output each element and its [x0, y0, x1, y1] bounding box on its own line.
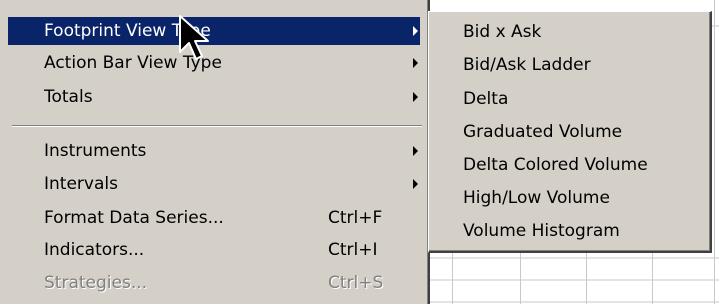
menu-separator [12, 125, 422, 127]
menu-item-label: Totals [44, 87, 93, 107]
submenu-item-label: High/Low Volume [463, 188, 610, 208]
submenu-item-label: Delta Colored Volume [463, 155, 648, 175]
menu-item-intervals[interactable]: Intervals [8, 170, 420, 198]
menu-item-strategies: Strategies... Ctrl+S [8, 269, 420, 297]
submenu-item-label: Delta [463, 89, 509, 109]
submenu-item-bid-ask-ladder[interactable]: Bid/Ask Ladder [433, 49, 707, 81]
menu-item-label: Strategies... [44, 273, 148, 293]
submenu-item-delta-colored-volume[interactable]: Delta Colored Volume [433, 149, 707, 181]
submenu-arrow-icon [413, 26, 418, 36]
menu-item-instruments[interactable]: Instruments [8, 137, 420, 165]
footprint-view-type-submenu: Bid x Ask Bid/Ask Ladder Delta Graduated… [428, 11, 712, 253]
menu-item-label: Instruments [44, 141, 147, 161]
submenu-item-bid-x-ask[interactable]: Bid x Ask [433, 16, 707, 48]
submenu-arrow-icon [413, 179, 418, 189]
submenu-item-graduated-volume[interactable]: Graduated Volume [433, 116, 707, 148]
mouse-pointer-icon [179, 15, 209, 60]
submenu-item-volume-histogram[interactable]: Volume Histogram [433, 215, 707, 247]
submenu-arrow-icon [413, 58, 418, 68]
submenu-item-delta[interactable]: Delta [433, 83, 707, 115]
submenu-arrow-icon [413, 146, 418, 156]
submenu-item-high-low-volume[interactable]: High/Low Volume [433, 182, 707, 214]
submenu-item-label: Graduated Volume [463, 122, 623, 142]
menu-item-label: Format Data Series... [44, 208, 224, 228]
submenu-item-label: Bid/Ask Ladder [463, 55, 591, 75]
menu-item-format-data-series[interactable]: Format Data Series... Ctrl+F [8, 204, 420, 232]
menu-item-shortcut: Ctrl+S [328, 273, 384, 293]
submenu-arrow-icon [413, 92, 418, 102]
menu-item-totals[interactable]: Totals [8, 83, 420, 111]
screen: Footprint View Type Action Bar View Type… [0, 0, 719, 304]
submenu-item-label: Volume Histogram [463, 221, 620, 241]
menu-item-indicators[interactable]: Indicators... Ctrl+I [8, 236, 420, 264]
menu-item-shortcut: Ctrl+F [328, 208, 383, 228]
menu-item-shortcut: Ctrl+I [328, 240, 378, 260]
submenu-item-label: Bid x Ask [463, 22, 542, 42]
menu-item-label: Intervals [44, 174, 118, 194]
menu-item-label: Indicators... [44, 240, 145, 260]
